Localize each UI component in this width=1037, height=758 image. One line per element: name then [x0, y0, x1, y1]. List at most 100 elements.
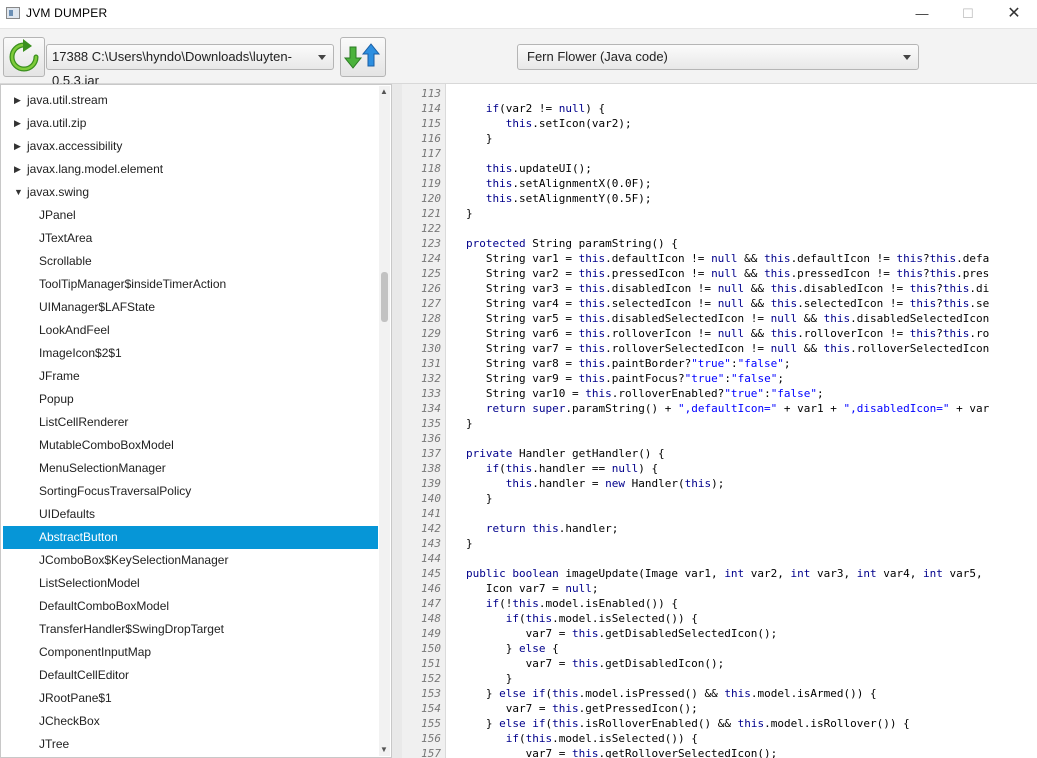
tree-node-label: javax.swing: [27, 185, 90, 199]
line-number: 153: [421, 687, 441, 700]
tree-class-node[interactable]: ListCellRenderer: [3, 411, 378, 434]
code-text: String var10 = this.rolloverEnabled?"tru…: [466, 387, 824, 400]
tree-class-node[interactable]: LookAndFeel: [3, 319, 378, 342]
code-text: if(this.handler == null) {: [485, 462, 659, 475]
tree-package-node[interactable]: ▶ javax.accessibility: [3, 135, 378, 158]
line-number: 128: [421, 312, 441, 325]
code-text: String var7 = this.rolloverSelectedIcon …: [466, 342, 990, 355]
tree-class-node[interactable]: Popup: [3, 388, 378, 411]
line-number: 138: [421, 462, 441, 475]
line-number: 113: [421, 87, 441, 100]
expand-down-icon[interactable]: ▼: [14, 181, 23, 204]
line-number: 148: [421, 612, 441, 625]
tree-class-node[interactable]: ComponentInputMap: [3, 641, 378, 664]
tree-node-label: java.util.stream: [27, 93, 108, 107]
dump-button[interactable]: [340, 37, 386, 77]
expand-right-icon[interactable]: ▶: [14, 89, 21, 112]
split-divider[interactable]: [392, 84, 402, 758]
chevron-down-icon: [903, 55, 911, 60]
tree-class-node[interactable]: JTree: [3, 733, 378, 756]
tree-class-node[interactable]: AbstractButton: [3, 526, 378, 549]
refresh-button[interactable]: [3, 37, 45, 77]
tree-class-node[interactable]: DefaultCellEditor: [3, 664, 378, 687]
code-text: var7 = this.getDisabledSelectedIcon();: [466, 627, 778, 640]
tree-class-node[interactable]: ToolTipManager$insideTimerAction: [3, 273, 378, 296]
tree-package-node[interactable]: ▶ javax.lang.model.element: [3, 158, 378, 181]
code-text: protected String paramString() {: [466, 237, 678, 250]
line-number: 150: [421, 642, 441, 655]
code-text: }: [466, 132, 493, 145]
tree-node-label: javax.lang.model.element: [27, 162, 164, 176]
tree-class-node[interactable]: JCheckBox: [3, 710, 378, 733]
tree-class-node[interactable]: JTextArea: [3, 227, 378, 250]
tree-node-label: JTextArea: [39, 231, 93, 245]
code-text: } else if(this.isRolloverEnabled() && th…: [466, 717, 910, 730]
tree-class-node[interactable]: ListSelectionModel: [3, 572, 378, 595]
tree-package-node[interactable]: ▶ java.util.zip: [3, 112, 378, 135]
process-select-value: 17388 C:\Users\hyndo\Downloads\luyten-0.…: [52, 49, 292, 88]
code-text: String var8 = this.paintBorder?"true":"f…: [466, 357, 791, 370]
code-text: return super.paramString() + ",defaultIc…: [485, 402, 990, 415]
line-number: 140: [421, 492, 441, 505]
code-text: } else if(this.model.isPressed() && this…: [466, 687, 877, 700]
tree-class-node[interactable]: JPanel: [3, 204, 378, 227]
expand-right-icon[interactable]: ▶: [14, 158, 21, 181]
tree-node-label: UIDefaults: [39, 507, 96, 521]
code-text: }: [466, 417, 473, 430]
tree-node-label: LookAndFeel: [39, 323, 110, 337]
tree-class-node[interactable]: UIDefaults: [3, 503, 378, 526]
tree-class-node[interactable]: JComboBox$KeySelectionManager: [3, 549, 378, 572]
maximize-button[interactable]: ☐: [945, 0, 991, 28]
expand-right-icon[interactable]: ▶: [14, 135, 21, 158]
tree-class-node[interactable]: ImageIcon$2$1: [3, 342, 378, 365]
line-number: 143: [421, 537, 441, 550]
code-text: }: [466, 492, 493, 505]
line-number: 119: [421, 177, 441, 190]
minimize-button[interactable]: —: [899, 0, 945, 28]
scroll-down-icon[interactable]: ▼: [380, 745, 388, 754]
code-text: var7 = this.getRolloverSelectedIcon();: [466, 747, 778, 758]
tree-node-label: TransferHandler$SwingDropTarget: [39, 622, 224, 636]
tree-class-node[interactable]: MutableComboBoxModel: [3, 434, 378, 457]
tree-node-label: JPanel: [39, 208, 76, 222]
tree-node-label: ListSelectionModel: [39, 576, 140, 590]
process-select[interactable]: 17388 C:\Users\hyndo\Downloads\luyten-0.…: [46, 44, 334, 88]
tree-class-node[interactable]: TransferHandler$SwingDropTarget: [3, 618, 378, 641]
line-number: 152: [421, 672, 441, 685]
tree-package-node[interactable]: ▼ javax.swing: [3, 181, 378, 204]
code-viewer[interactable]: 113 114 if(var2 != null) {115 this.setIco…: [402, 84, 1037, 758]
tree-class-node[interactable]: UIManager$LAFState: [3, 296, 378, 319]
close-button[interactable]: ✕: [991, 0, 1037, 28]
tree-class-node[interactable]: SortingFocusTraversalPolicy: [3, 480, 378, 503]
code-text: Icon var7 = null;: [466, 582, 599, 595]
code-text: }: [466, 537, 473, 550]
tree-node-label: JTree: [39, 737, 70, 751]
line-number: 145: [421, 567, 441, 580]
tree-scrollbar[interactable]: ▲ ▼: [379, 86, 390, 756]
code-text: this.setAlignmentX(0.0F);: [485, 177, 652, 190]
expand-right-icon[interactable]: ▶: [14, 112, 21, 135]
decompiler-select[interactable]: Fern Flower (Java code): [517, 44, 919, 70]
class-tree[interactable]: ▶ java.util.stream ▶ java.util.zip ▶ javax.ac…: [0, 84, 392, 758]
tree-class-node[interactable]: JRootPane$1: [3, 687, 378, 710]
code-text: String var9 = this.paintFocus?"true":"fa…: [466, 372, 784, 385]
line-number: 124: [421, 252, 441, 265]
tree-class-node[interactable]: DefaultComboBoxModel: [3, 595, 378, 618]
tree-node-label: ToolTipManager$insideTimerAction: [39, 277, 227, 291]
line-number: 126: [421, 282, 441, 295]
tree-class-node[interactable]: MenuSelectionManager: [3, 457, 378, 480]
line-number: 115: [421, 117, 441, 130]
scroll-up-icon[interactable]: ▲: [380, 87, 388, 96]
line-number: 121: [421, 207, 441, 220]
line-number: 130: [421, 342, 441, 355]
code-text: }: [466, 207, 473, 220]
code-text: this.updateUI();: [485, 162, 592, 175]
scroll-thumb[interactable]: [381, 272, 388, 322]
line-number: 133: [421, 387, 441, 400]
tree-class-node[interactable]: JFrame: [3, 365, 378, 388]
tree-class-node[interactable]: Scrollable: [3, 250, 378, 273]
tree-node-label: UIManager$LAFState: [39, 300, 156, 314]
line-number: 149: [421, 627, 441, 640]
tree-package-node[interactable]: ▶ java.util.stream: [3, 89, 378, 112]
line-number: 122: [421, 222, 441, 235]
